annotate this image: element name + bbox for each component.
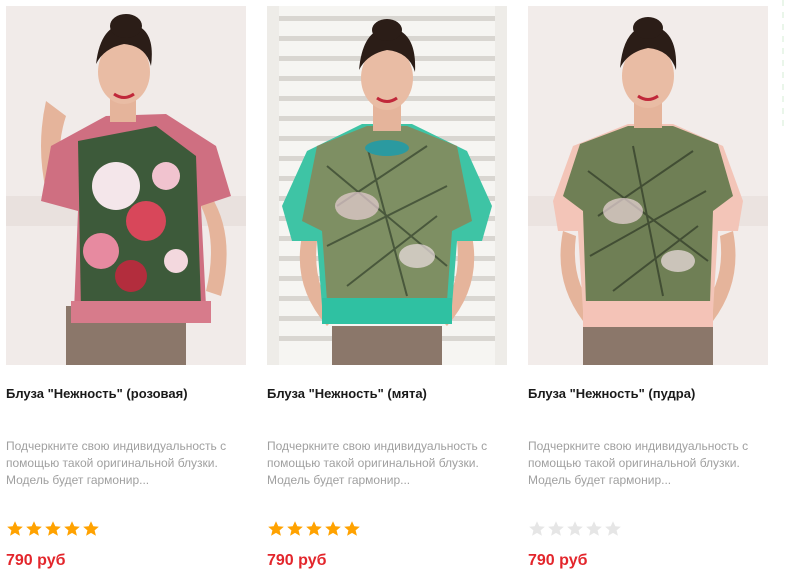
product-photo-mint-blouse-icon	[267, 6, 507, 365]
star-filled-icon[interactable]	[324, 520, 342, 538]
product-title[interactable]: Блуза "Нежность" (пудра)	[528, 386, 768, 402]
product-photo[interactable]	[267, 6, 507, 365]
star-filled-icon[interactable]	[25, 520, 43, 538]
product-grid: Блуза "Нежность" (розовая) Подчеркните с…	[0, 0, 788, 576]
star-filled-icon[interactable]	[44, 520, 62, 538]
star-filled-icon[interactable]	[63, 520, 81, 538]
star-empty-icon[interactable]	[528, 520, 546, 538]
product-photo[interactable]	[6, 6, 246, 365]
product-price: 790 руб	[267, 552, 327, 569]
product-description: Подчеркните свою индивидуальность с помо…	[6, 439, 227, 487]
product-card[interactable]: Блуза "Нежность" (розовая) Подчеркните с…	[6, 6, 246, 576]
product-photo-powder-blouse-icon	[528, 6, 768, 365]
product-description: Подчеркните свою индивидуальность с помо…	[267, 439, 488, 487]
star-filled-icon[interactable]	[82, 520, 100, 538]
star-filled-icon[interactable]	[286, 520, 304, 538]
rating-stars[interactable]	[267, 520, 361, 540]
rating-stars[interactable]	[528, 520, 622, 540]
product-photo-pink-blouse-icon	[6, 6, 246, 365]
product-photo[interactable]	[528, 6, 768, 365]
product-description: Подчеркните свою индивидуальность с помо…	[528, 439, 749, 487]
star-empty-icon[interactable]	[566, 520, 584, 538]
product-price: 790 руб	[6, 552, 66, 569]
star-filled-icon[interactable]	[6, 520, 24, 538]
product-card[interactable]: Блуза "Нежность" (пудра) Подчеркните сво…	[528, 6, 768, 576]
product-price: 790 руб	[528, 552, 588, 569]
star-empty-icon[interactable]	[547, 520, 565, 538]
star-filled-icon[interactable]	[343, 520, 361, 538]
product-card[interactable]: Блуза "Нежность" (мята) Подчеркните свою…	[267, 6, 507, 576]
product-title[interactable]: Блуза "Нежность" (мята)	[267, 386, 507, 402]
star-empty-icon[interactable]	[585, 520, 603, 538]
product-title[interactable]: Блуза "Нежность" (розовая)	[6, 386, 246, 402]
star-filled-icon[interactable]	[267, 520, 285, 538]
star-empty-icon[interactable]	[604, 520, 622, 538]
scrollbar-edge[interactable]	[779, 0, 788, 576]
star-filled-icon[interactable]	[305, 520, 323, 538]
rating-stars[interactable]	[6, 520, 100, 540]
